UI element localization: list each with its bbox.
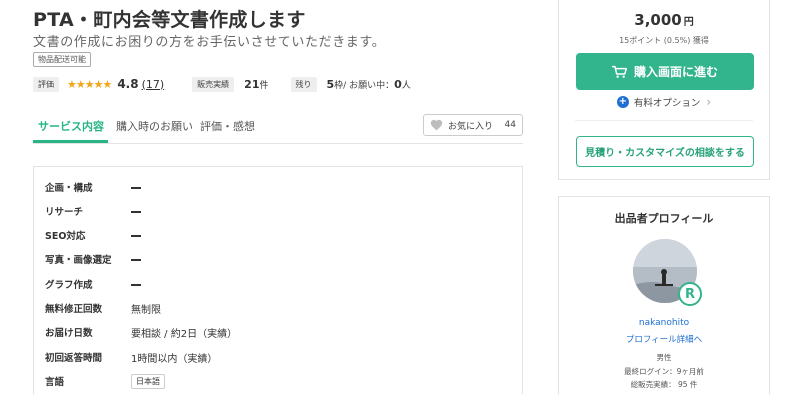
sales-tag: 販売実績	[192, 76, 235, 92]
detail-row: 言語 日本語	[45, 373, 165, 389]
not-applicable-dash	[131, 210, 141, 213]
purchase-panel: 3,000 円 15ポイント (0.5%) 獲得 購入画面に進む + 有料オプショ…	[558, 0, 770, 180]
detail-label: リサーチ	[45, 207, 84, 218]
sales-unit: 件	[259, 80, 269, 91]
detail-label: 無料修正回数	[45, 304, 103, 315]
detail-label: 企画・構成	[45, 183, 93, 194]
inquiry-label: / お願い中：	[343, 80, 395, 91]
not-applicable-dash	[131, 186, 141, 189]
favorite-count: 44	[504, 120, 516, 130]
tab-service-content[interactable]: サービス内容	[38, 118, 104, 134]
not-applicable-dash	[131, 283, 141, 286]
detail-label: 言語	[45, 377, 65, 388]
rating-value: 4.8	[117, 77, 139, 91]
detail-row: グラフ作成	[45, 276, 141, 292]
shipping-badge: 物品配送可能	[33, 52, 91, 67]
tab-reviews[interactable]: 評価・感想	[200, 118, 255, 134]
favorite-label: お気に入り	[448, 121, 494, 132]
seller-total-sales: 総販売実績： 95 件	[630, 380, 698, 389]
seller-last-login: 最終ログイン：9ヶ月前	[624, 367, 704, 376]
price-currency: 円	[683, 17, 694, 28]
detail-value: 無制限	[131, 304, 161, 316]
review-count-link[interactable]: (17)	[142, 78, 165, 91]
favorite-button[interactable]: お気に入り 44	[423, 114, 523, 136]
detail-label: 写真・画像選定	[45, 255, 112, 266]
rating-tag: 評価	[33, 76, 59, 92]
cart-icon	[611, 65, 628, 78]
chevron-right-icon: ›	[706, 95, 712, 109]
rank-badge: R	[678, 282, 702, 306]
slots-unit: 枠	[334, 80, 344, 91]
slots-count: 5	[326, 77, 335, 91]
inquiry-unit: 人	[401, 80, 411, 91]
divider	[575, 120, 753, 121]
sales-count: 21	[244, 77, 260, 91]
detail-value: 1時間以内（実績）	[131, 353, 218, 365]
detail-row: SEO対応	[45, 227, 141, 243]
seller-username[interactable]: nakanohito	[559, 318, 769, 328]
tabs-divider	[33, 143, 523, 144]
service-subtitle: 文書の作成にお困りの方をお手伝いさせていただきます。	[33, 35, 386, 50]
price: 3,000 円	[559, 10, 769, 29]
proceed-to-purchase-button[interactable]: 購入画面に進む	[576, 53, 754, 90]
not-applicable-dash	[131, 234, 141, 237]
detail-row: 企画・構成	[45, 179, 141, 195]
inquiry-count: 0	[394, 77, 402, 91]
plus-icon: +	[616, 96, 629, 108]
rating-stars-icon: ★★★★★	[67, 77, 112, 91]
slots-tag: 残り	[290, 76, 317, 92]
detail-row: 初回返答時間 1時間以内（実績）	[45, 349, 217, 365]
not-applicable-dash	[131, 258, 141, 261]
price-amount: 3,000	[634, 11, 682, 29]
heart-icon	[430, 119, 443, 131]
detail-row: 写真・画像選定	[45, 251, 141, 267]
seller-profile-panel: 出品者プロフィール R nakanohito プロフィール詳細へ 男性 最終ログ…	[558, 196, 770, 394]
seller-gender: 男性	[656, 353, 672, 362]
service-details-table: 企画・構成 リサーチ SEO対応 写真・画像選定 グラフ作成 無料修正回数 無制…	[33, 166, 523, 394]
consult-button[interactable]: 見積り・カスタマイズの相談をする	[576, 136, 754, 167]
detail-label: お届け日数	[45, 328, 93, 339]
tab-purchase-request[interactable]: 購入時のお願い	[116, 118, 193, 134]
paid-options-link[interactable]: + 有料オプション ›	[559, 95, 769, 109]
detail-row: 無料修正回数 無制限	[45, 300, 161, 316]
detail-label: グラフ作成	[45, 280, 93, 291]
detail-row: リサーチ	[45, 203, 141, 219]
paid-options-label: 有料オプション	[633, 98, 701, 109]
detail-row: お届け日数 要相談 / 約2日（実績）	[45, 324, 237, 340]
content-tabs: サービス内容 購入時のお願い 評価・感想	[33, 114, 293, 144]
detail-label: 初回返答時間	[45, 353, 103, 364]
detail-label: SEO対応	[45, 231, 86, 242]
language-chip: 日本語	[131, 373, 165, 389]
stats-row: 評価 ★★★★★ 4.8 (17) 販売実績 21 件 残り 5 枠 / お願い…	[33, 75, 411, 93]
proceed-to-purchase-label: 購入画面に進む	[633, 65, 718, 79]
profile-heading: 出品者プロフィール	[614, 212, 714, 225]
detail-value: 要相談 / 約2日（実績）	[131, 328, 238, 340]
service-title: PTA・町内会等文書作成します	[33, 9, 306, 31]
points-earned: 15ポイント (0.5%) 獲得	[619, 36, 709, 45]
profile-detail-link[interactable]: プロフィール詳細へ	[559, 333, 769, 345]
